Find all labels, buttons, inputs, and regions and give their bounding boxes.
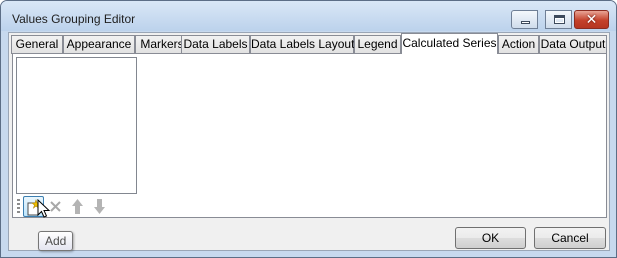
maximize-button[interactable] [545,10,572,29]
tab-general[interactable]: General [11,35,63,54]
tab-data-labels[interactable]: Data Labels [181,35,250,54]
calculated-series-list[interactable] [16,57,137,194]
add-tooltip: Add [38,231,74,251]
tab-data-labels-layout[interactable]: Data Labels Layout [250,35,354,54]
calculated-series-panel [12,53,607,218]
close-icon: ✕ [585,11,598,27]
tab-strip: General Appearance Markers Data Labels D… [9,33,609,54]
tab-legend[interactable]: Legend [354,35,401,54]
series-toolbar [16,195,137,217]
ok-button[interactable]: OK [455,227,526,249]
minimize-icon [521,21,530,24]
minimize-button[interactable] [511,10,538,29]
title-bar[interactable]: Values Grouping Editor ✕ [1,1,616,31]
values-grouping-editor-window: Values Grouping Editor ✕ General Appeara… [0,0,617,258]
dialog-client-area: General Appearance Markers Data Labels D… [8,32,610,251]
tab-data-output[interactable]: Data Output [539,35,607,54]
arrow-up-icon [72,199,83,214]
move-down-button[interactable] [89,196,110,217]
window-title: Values Grouping Editor [12,12,136,26]
tab-appearance[interactable]: Appearance [63,35,135,54]
tab-calculated-series[interactable]: Calculated Series [401,33,498,54]
maximize-icon [554,15,565,24]
cancel-button[interactable]: Cancel [534,227,606,249]
close-button[interactable]: ✕ [574,10,609,29]
move-up-button[interactable] [67,196,88,217]
toolbar-grip[interactable] [17,199,20,213]
arrow-down-icon [94,199,105,214]
mouse-cursor-icon [37,199,51,218]
tab-action[interactable]: Action [498,35,539,54]
